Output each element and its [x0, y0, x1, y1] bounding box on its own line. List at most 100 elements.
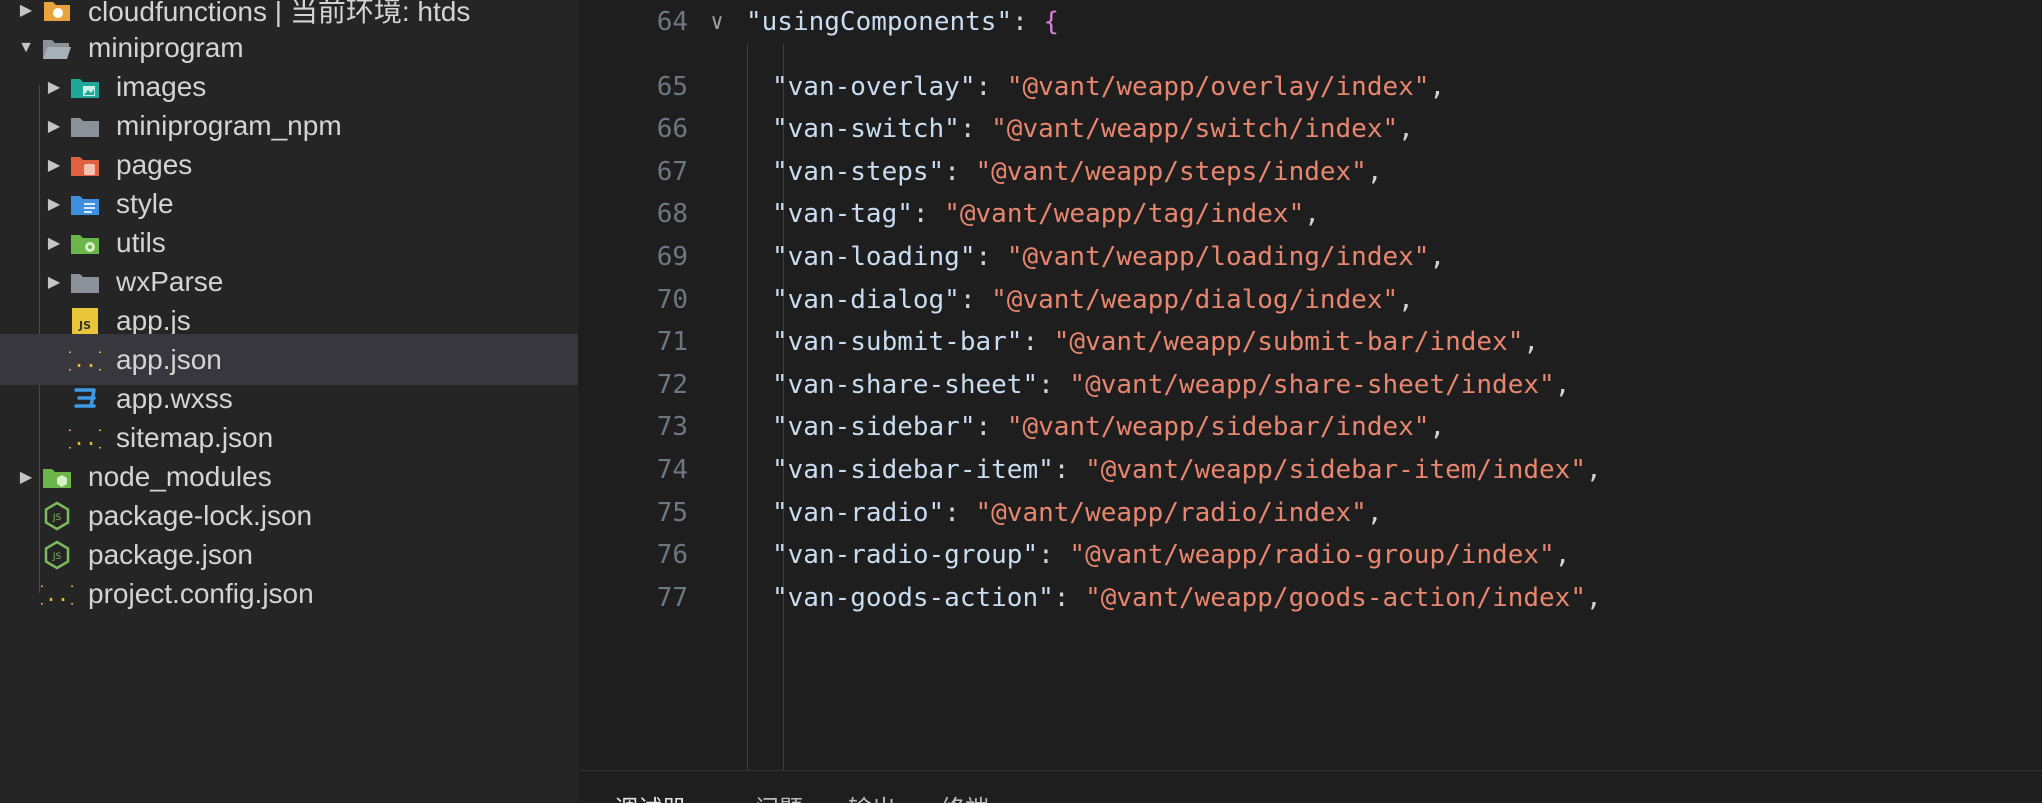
json-separator: : [1012, 7, 1044, 37]
code-text: "van-dialog": "@vant/weapp/dialog/index"… [746, 285, 1414, 315]
json-string: "@vant/weapp/goods-action/index" [1085, 582, 1586, 613]
folder-icon [68, 111, 102, 141]
json-separator: : [975, 71, 1007, 102]
json-string: "@vant/weapp/radio-group/index" [1069, 540, 1555, 571]
json-key: "van-overlay" [772, 71, 976, 102]
json-separator: : [1038, 369, 1070, 400]
folder-open-icon [40, 33, 74, 63]
tree-item-label: utils [116, 226, 166, 258]
tree-item-label: app.wxss [116, 382, 233, 414]
json-key: "van-loading" [772, 242, 976, 272]
css-file-icon [68, 384, 102, 414]
line-number: 64 [656, 7, 688, 37]
json-string: "@vant/weapp/switch/index" [991, 114, 1399, 145]
json-string: "@vant/weapp/steps/index" [975, 156, 1367, 187]
line-number: 68 [656, 199, 688, 230]
tree-item-project-config-json[interactable]: {..} project.config.json [0, 568, 578, 619]
tree-item-label: package-lock.json [88, 499, 313, 531]
json-separator: : [944, 497, 976, 528]
line-number: 67 [656, 156, 688, 187]
json-key: "van-sidebar-item" [772, 455, 1054, 485]
svg-text:{..}: {..} [69, 426, 101, 450]
tab-output[interactable]: 输出 [848, 789, 896, 803]
svg-text:JS: JS [78, 319, 91, 332]
json-key: "van-radio-group" [772, 540, 1039, 571]
json-string: "@vant/weapp/submit-bar/index" [1053, 327, 1524, 358]
json-comma: , [1554, 369, 1571, 400]
json-separator: : [959, 114, 992, 145]
code-line[interactable]: 64 ∨ "usingComponents": { [580, 0, 2042, 50]
json-key: "van-steps" [772, 156, 945, 187]
json-separator: : [1022, 327, 1054, 358]
line-number: 75 [656, 497, 688, 528]
json-file-icon: {..} [40, 579, 74, 609]
line-number: 73 [656, 412, 688, 443]
json-comma: , [1366, 156, 1383, 187]
json-file-icon: {..} [68, 345, 102, 375]
json-key: "van-sidebar" [772, 412, 976, 443]
pages-folder-icon [68, 150, 102, 180]
cloud-folder-icon [40, 0, 74, 25]
json-key: "van-goods-action" [772, 582, 1054, 613]
tree-item-label: app.js [116, 304, 191, 336]
json-string: "@vant/weapp/dialog/index" [991, 284, 1399, 315]
json-comma: , [1304, 199, 1320, 230]
tree-item-label: miniprogram_npm [116, 109, 342, 141]
json-comma: , [1523, 327, 1540, 358]
json-key: "van-dialog" [772, 284, 960, 315]
json-comma: , [1429, 412, 1446, 443]
code-text: "usingComponents": { [746, 7, 1059, 37]
json-separator: : [912, 199, 945, 230]
code-text: "van-radio": "@vant/weapp/radio/index", [746, 498, 1383, 528]
json-separator: : [975, 412, 1007, 443]
code-editor[interactable]: 64 ∨ "usingComponents": { 65 "van-overlay… [580, 0, 2042, 770]
tree-item-label: pages [116, 148, 193, 180]
json-comma: , [1366, 497, 1383, 528]
folder-icon [68, 267, 102, 297]
tree-item-label: node_modules [88, 460, 272, 492]
line-number: 71 [656, 327, 688, 358]
code-text: "van-switch": "@vant/weapp/switch/index"… [746, 114, 1414, 144]
json-separator: : [975, 242, 1007, 272]
code-text: "van-sidebar": "@vant/weapp/sidebar/inde… [746, 412, 1445, 442]
json-separator: : [944, 156, 976, 187]
json-brace: { [1043, 7, 1060, 37]
json-key: "van-tag" [772, 199, 913, 230]
svg-text:JS: JS [52, 513, 62, 523]
json-comma: , [1429, 71, 1446, 102]
line-number: 70 [656, 284, 688, 315]
tree-item-label: style [116, 187, 174, 219]
svg-text:{..}: {..} [69, 348, 101, 372]
node-folder-icon [40, 462, 74, 492]
code-line[interactable]: 77 "van-goods-action": "@vant/weapp/goods… [580, 570, 2042, 626]
tab-terminal[interactable]: 终端 [941, 789, 989, 803]
json-comma: , [1554, 540, 1571, 571]
code-text: "van-share-sheet": "@vant/weapp/share-sh… [746, 370, 1570, 400]
json-string: "@vant/weapp/tag/index" [944, 199, 1305, 230]
json-string: "@vant/weapp/overlay/index" [1006, 71, 1430, 102]
json-comma: , [1585, 582, 1602, 613]
tab-debugger[interactable]: 调试器 [614, 789, 686, 803]
file-explorer: ▶ cloudfunctions | 当前环境: htds ▼ miniprog… [0, 0, 578, 802]
line-number: 72 [656, 369, 688, 400]
json-comma: , [1398, 114, 1414, 145]
code-text: "van-loading": "@vant/weapp/loading/inde… [746, 242, 1445, 272]
fold-chevron-icon[interactable]: ∨ [688, 10, 746, 35]
tree-item-label: wxParse [116, 265, 224, 297]
json-key: "van-submit-bar" [772, 327, 1023, 358]
svg-text:{..}: {..} [41, 582, 73, 606]
utils-folder-icon [68, 228, 102, 258]
code-text: "van-radio-group": "@vant/weapp/radio-gr… [746, 540, 1570, 570]
json-key: "van-radio" [772, 497, 945, 528]
code-text: "van-sidebar-item": "@vant/weapp/sidebar… [746, 455, 1602, 485]
json-string: "@vant/weapp/radio/index" [975, 497, 1367, 528]
json-key: "van-switch" [772, 114, 960, 145]
json-file-icon: {..} [68, 423, 102, 453]
line-number: 69 [656, 242, 688, 272]
js-file-icon: JS [68, 306, 102, 336]
json-comma: , [1429, 242, 1446, 272]
tab-problems[interactable]: 问题 [755, 789, 803, 803]
json-separator: : [1038, 540, 1070, 571]
json-separator: : [1053, 582, 1086, 613]
code-text: "van-goods-action": "@vant/weapp/goods-a… [746, 583, 1602, 613]
